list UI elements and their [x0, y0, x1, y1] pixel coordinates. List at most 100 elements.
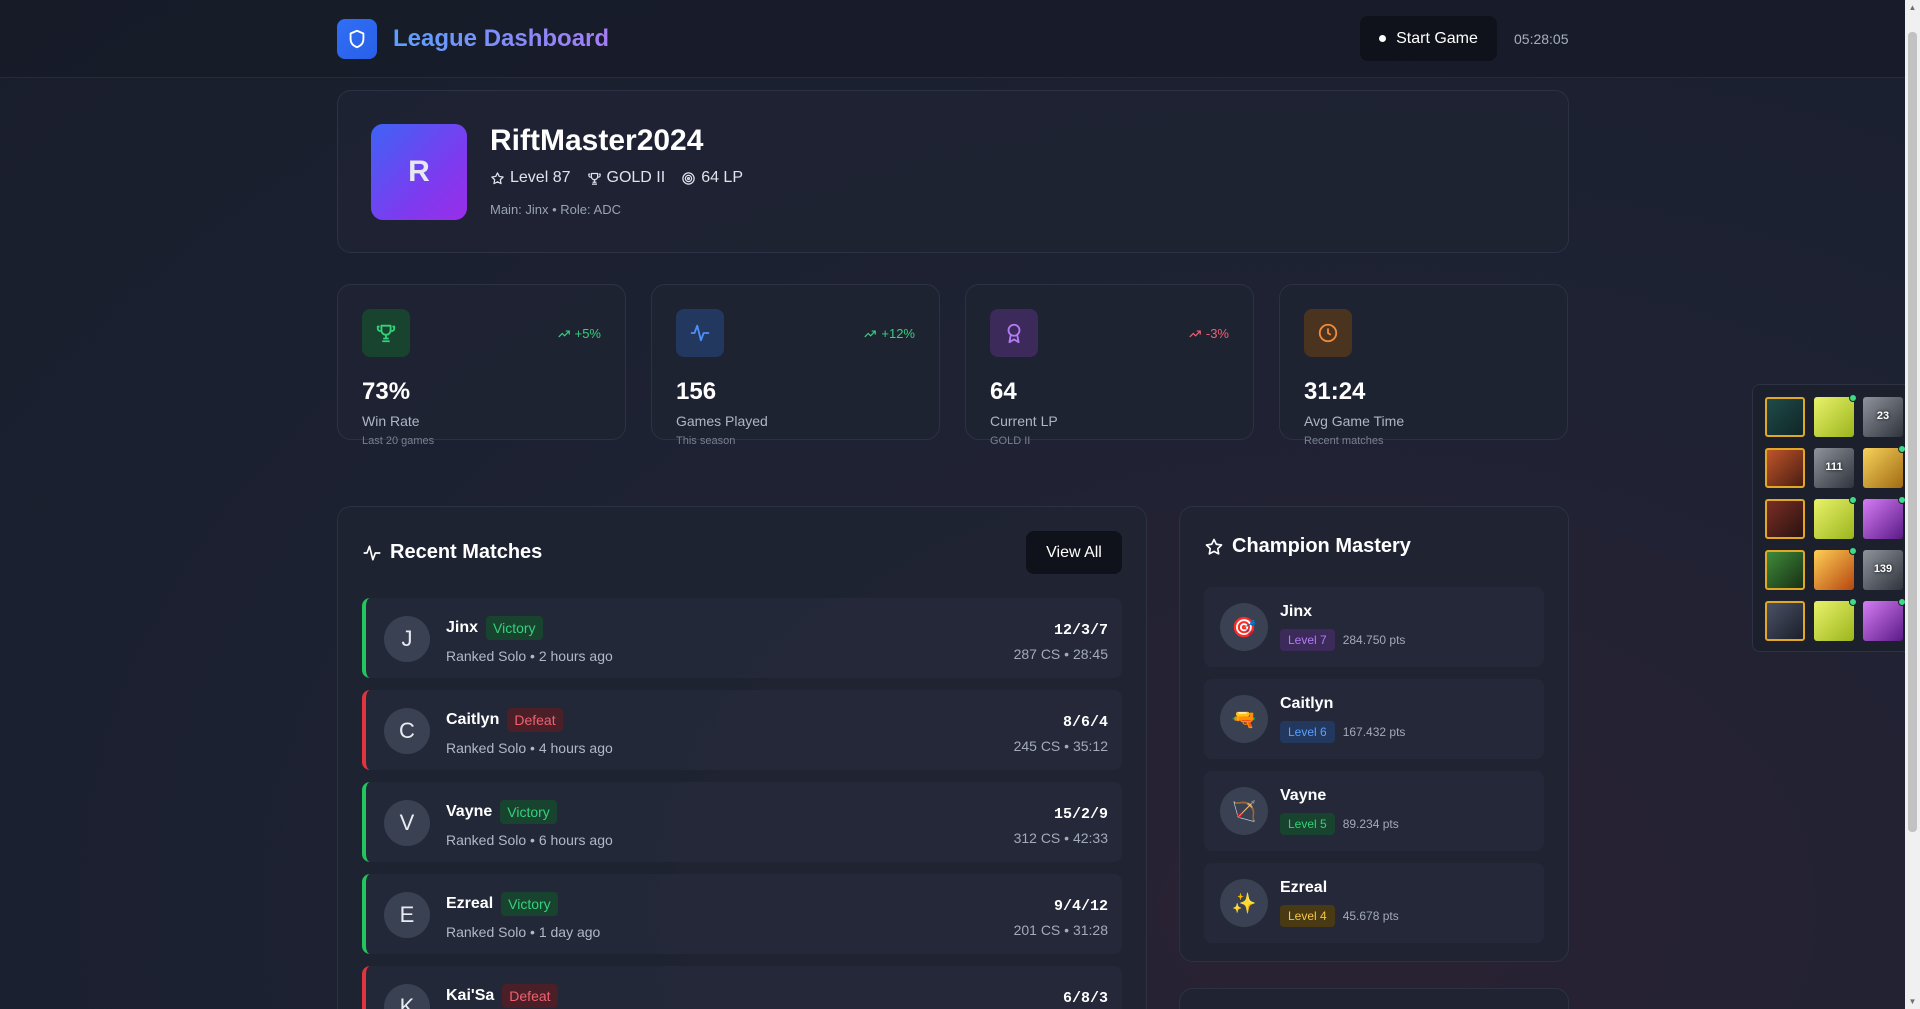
panel-tile-icon[interactable]: [1814, 547, 1857, 590]
stat-card-games-played: +12% 156 Games Played This season: [651, 284, 940, 447]
section-title: Recent Matches: [390, 541, 543, 563]
panel-tile-icon[interactable]: [1765, 601, 1805, 641]
panel-tile-icon[interactable]: [1765, 550, 1805, 590]
shield-logo-icon: [337, 19, 377, 59]
champion-emoji: 🎯: [1231, 616, 1257, 639]
side-overlay-panel[interactable]: 23 111 139: [1752, 384, 1920, 652]
mastery-details: Level 7 284.750 pts: [1280, 629, 1405, 651]
trend-badge: +5%: [557, 326, 601, 341]
start-game-button[interactable]: Start Game: [1360, 16, 1497, 61]
champion-name: Vayne: [1280, 787, 1327, 804]
scrollbar-thumb[interactable]: [1908, 32, 1917, 832]
match-header: Jinx Victory: [446, 616, 543, 640]
panel-tile-icon[interactable]: [1765, 397, 1805, 437]
brand[interactable]: League Dashboard: [337, 19, 609, 59]
tile-count: 111: [1825, 461, 1843, 473]
mastery-item[interactable]: 🎯 Jinx Level 7 284.750 pts: [1204, 587, 1544, 667]
champion-mastery-heading: Champion Mastery: [1204, 535, 1411, 558]
champion-name: Caitlyn: [446, 711, 500, 728]
mastery-points: 167.432 pts: [1342, 725, 1406, 739]
mastery-item[interactable]: 🔫 Caitlyn Level 6 167.432 pts: [1204, 679, 1544, 759]
panel-tile-icon[interactable]: 111: [1814, 448, 1854, 488]
lp-info: 64 LP: [681, 169, 743, 187]
stat-sub: GOLD II: [990, 435, 1031, 447]
tile-count: 139: [1873, 563, 1893, 575]
stat-value: 64: [990, 378, 1017, 405]
tile-count: 23: [1876, 410, 1890, 422]
panel-tile-icon[interactable]: [1814, 394, 1857, 437]
match-row[interactable]: J Jinx Victory Ranked Solo • 2 hours ago…: [362, 598, 1122, 678]
recent-matches-card: Recent Matches View All J Jinx Victory R…: [337, 506, 1147, 1009]
champion-name: Vayne: [446, 803, 493, 820]
top-bar: League Dashboard Start Game 05:28:05: [0, 0, 1920, 78]
match-row[interactable]: V Vayne Victory Ranked Solo • 6 hours ag…: [362, 782, 1122, 862]
champion-letter: J: [401, 626, 413, 651]
next-card: [1179, 988, 1569, 1009]
summoner-name: RiftMaster2024: [490, 124, 704, 157]
avatar-letter: R: [408, 155, 430, 188]
champion-avatar: E: [384, 892, 430, 938]
panel-tile-icon[interactable]: 23: [1863, 397, 1903, 437]
champion-letter: K: [399, 994, 415, 1009]
mastery-item[interactable]: 🏹 Vayne Level 5 89.234 pts: [1204, 771, 1544, 851]
kda: 6/8/3: [1062, 990, 1108, 1007]
trophy-icon: [587, 172, 601, 185]
profile-meta: Level 87 GOLD II 64 LP: [490, 169, 743, 187]
champion-letter: V: [399, 810, 415, 835]
target-icon: 🎯: [1220, 603, 1268, 651]
mastery-details: Level 6 167.432 pts: [1280, 721, 1405, 743]
main-role-text: Main: Jinx • Role: ADC: [490, 202, 621, 217]
panel-tile-icon[interactable]: [1863, 598, 1906, 641]
panel-tile-icon[interactable]: [1765, 448, 1805, 488]
cs-duration: 245 CS • 35:12: [1013, 738, 1108, 754]
section-title: Champion Mastery: [1232, 535, 1411, 557]
dot-icon: [1379, 35, 1387, 42]
panel-tile-icon[interactable]: [1863, 496, 1906, 539]
trend-badge: -3%: [1188, 326, 1229, 341]
panel-tile-icon[interactable]: 139: [1863, 550, 1903, 590]
level-text: Level 87: [510, 169, 571, 186]
match-header: Vayne Victory: [446, 800, 557, 824]
match-row[interactable]: E Ezreal Victory Ranked Solo • 1 day ago…: [362, 874, 1122, 954]
panel-tile-icon[interactable]: [1814, 598, 1857, 641]
champion-avatar: V: [384, 800, 430, 846]
profile-card: R RiftMaster2024 Level 87 GOLD II 64 LP …: [337, 90, 1569, 253]
scroll-up-icon[interactable]: ▲: [1905, 0, 1920, 15]
champion-avatar: C: [384, 708, 430, 754]
star-icon: [491, 171, 504, 184]
scroll-down-icon[interactable]: ▼: [1905, 994, 1920, 1009]
stat-card-win-rate: +5% 73% Win Rate Last 20 games: [337, 284, 626, 447]
mastery-points: 284.750 pts: [1342, 633, 1406, 647]
app-title: League Dashboard: [393, 25, 610, 52]
match-row[interactable]: C Caitlyn Defeat Ranked Solo • 4 hours a…: [362, 690, 1122, 770]
avatar: R: [371, 124, 467, 220]
mastery-level-badge: Level 7: [1280, 629, 1335, 651]
cs-duration: 201 CS • 31:28: [1013, 922, 1108, 938]
result-badge: Victory: [500, 800, 557, 824]
match-header: Ezreal Victory: [446, 892, 558, 916]
champion-emoji: ✨: [1231, 892, 1257, 915]
panel-tile-icon[interactable]: [1863, 445, 1906, 488]
trend-value: +5%: [574, 326, 601, 341]
star-icon: [1205, 538, 1223, 555]
mastery-item[interactable]: ✨ Ezreal Level 4 45.678 pts: [1204, 863, 1544, 943]
match-header: Kai'Sa Defeat: [446, 984, 558, 1008]
stat-sub: Last 20 games: [362, 435, 435, 447]
champion-emoji: 🏹: [1231, 800, 1257, 823]
view-all-button[interactable]: View All: [1026, 531, 1122, 574]
champion-name: Ezreal: [1280, 879, 1328, 896]
activity-icon: [676, 309, 724, 357]
stat-value: 156: [676, 378, 717, 405]
stat-label: Win Rate: [362, 413, 420, 429]
stat-value: 31:24: [1304, 378, 1366, 405]
stat-label: Games Played: [676, 413, 768, 429]
panel-tile-icon[interactable]: [1814, 496, 1857, 539]
match-queue: Ranked Solo • 6 hours ago: [446, 832, 613, 848]
champion-avatar: J: [384, 616, 430, 662]
mastery-level-badge: Level 6: [1280, 721, 1335, 743]
activity-icon: [363, 545, 381, 560]
panel-tile-icon[interactable]: [1765, 499, 1805, 539]
match-row[interactable]: K Kai'Sa Defeat 6/8/3: [362, 966, 1122, 1009]
online-dot-icon: [1849, 496, 1857, 504]
kda: 9/4/12: [1053, 898, 1108, 915]
